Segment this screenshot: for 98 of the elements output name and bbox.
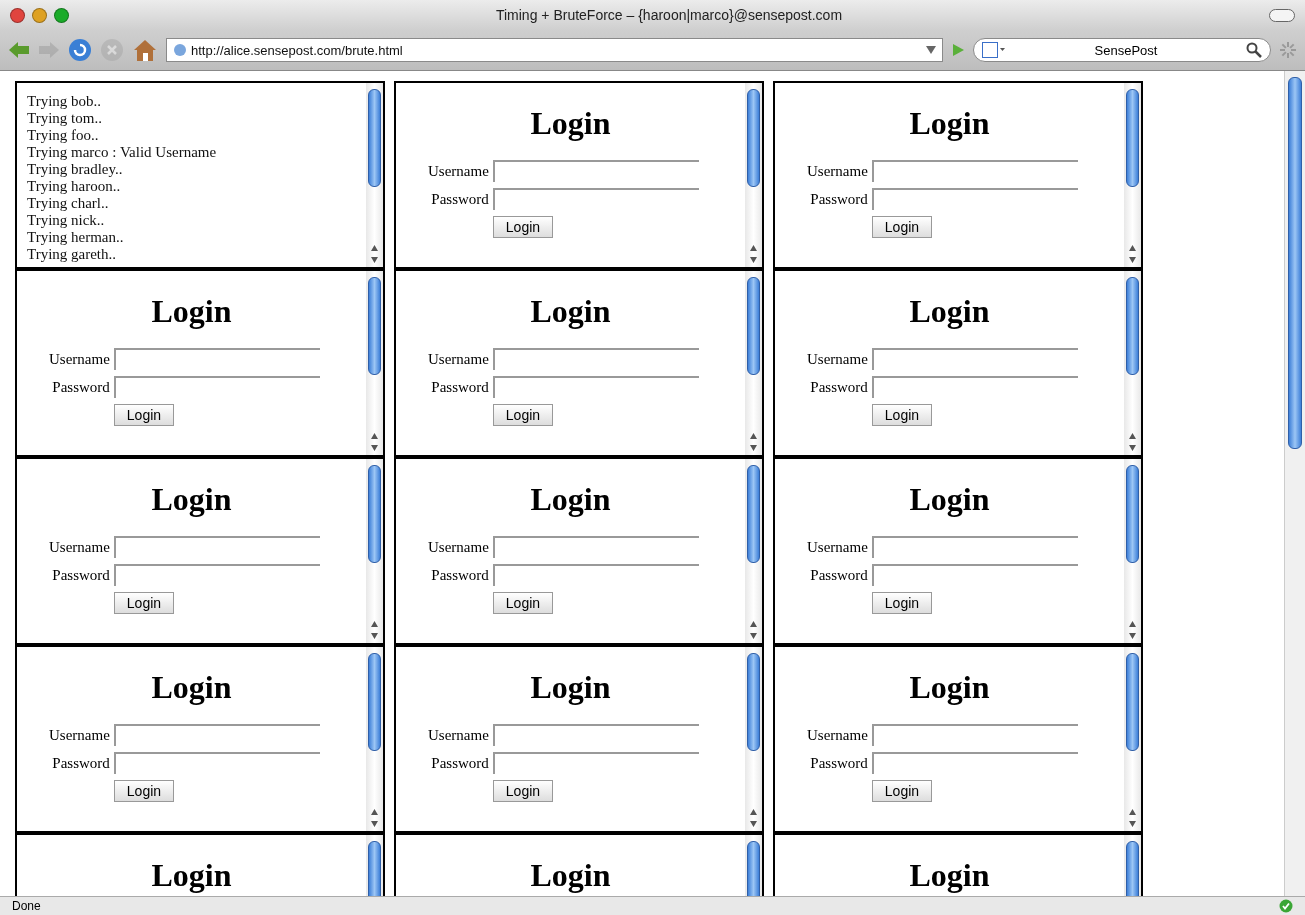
zoom-icon[interactable] (54, 7, 69, 23)
log-line: Trying marco : Valid Username (27, 144, 218, 161)
login-heading: Login (529, 293, 612, 330)
scroll-arrows-icon[interactable] (1128, 807, 1137, 829)
scrollbar[interactable] (1124, 271, 1141, 455)
home-button[interactable] (132, 38, 158, 62)
login-button[interactable]: Login (113, 592, 175, 614)
globe-icon (173, 43, 187, 57)
login-button[interactable]: Login (492, 592, 554, 614)
login-heading: Login (150, 857, 233, 894)
username-label: Username (807, 538, 868, 556)
log-line: Trying nick.. (27, 212, 106, 229)
login-heading: Login (908, 481, 991, 518)
log-line: Trying tom.. (27, 110, 103, 127)
scrollbar[interactable] (366, 459, 383, 643)
login-button[interactable]: Login (492, 404, 554, 426)
log-line: Trying haroon.. (27, 178, 122, 195)
login-button[interactable]: Login (871, 216, 933, 238)
scroll-arrows-icon[interactable] (749, 431, 758, 453)
scrollbar[interactable] (745, 459, 762, 643)
username-label: Username (428, 726, 489, 744)
dropdown-icon[interactable] (926, 46, 936, 54)
login-button[interactable]: Login (871, 780, 933, 802)
toolbar-toggle-icon[interactable] (1269, 8, 1295, 22)
login-heading: Login (529, 105, 612, 142)
login-button[interactable]: Login (492, 216, 554, 238)
password-label: Password (809, 190, 868, 208)
log-line: Trying foo.. (27, 127, 100, 144)
log-line: Trying charl.. (27, 195, 110, 212)
username-label: Username (428, 350, 489, 368)
minimize-icon[interactable] (32, 7, 47, 23)
login-heading: Login (529, 669, 612, 706)
login-button[interactable]: Login (871, 404, 933, 426)
scroll-arrows-icon[interactable] (370, 431, 379, 453)
password-label: Password (430, 566, 489, 584)
password-label: Password (430, 190, 489, 208)
scroll-arrows-icon[interactable] (1128, 619, 1137, 641)
password-label: Password (809, 754, 868, 772)
status-text: Done (12, 899, 42, 913)
scrollbar[interactable] (745, 271, 762, 455)
log-line: Trying gareth.. (27, 246, 118, 263)
log-line: Trying bradley.. (27, 161, 124, 178)
scroll-arrows-icon[interactable] (749, 243, 758, 265)
scroll-arrows-icon[interactable] (370, 243, 379, 265)
scroll-arrows-icon[interactable] (370, 619, 379, 641)
scroll-arrows-icon[interactable] (1128, 243, 1137, 265)
password-label: Password (51, 378, 110, 396)
scroll-arrows-icon[interactable] (1128, 431, 1137, 453)
scrollbar[interactable] (745, 647, 762, 831)
password-label: Password (51, 566, 110, 584)
search-field[interactable]: SensePost (973, 38, 1271, 62)
reload-button[interactable] (68, 38, 92, 62)
login-heading: Login (908, 105, 991, 142)
password-label: Password (430, 378, 489, 396)
scrollbar[interactable] (366, 647, 383, 831)
password-label: Password (51, 754, 110, 772)
username-label: Username (807, 350, 868, 368)
password-label: Password (430, 754, 489, 772)
login-heading: Login (150, 481, 233, 518)
scrollbar[interactable] (366, 83, 383, 267)
scrollbar[interactable] (366, 271, 383, 455)
scroll-arrows-icon[interactable] (749, 619, 758, 641)
login-heading: Login (529, 481, 612, 518)
check-icon (1279, 899, 1293, 913)
username-label: Username (428, 162, 489, 180)
password-label: Password (809, 378, 868, 396)
login-heading: Login (150, 669, 233, 706)
address-field[interactable]: http://alice.sensepost.com/brute.html (166, 38, 943, 62)
username-label: Username (428, 538, 489, 556)
scrollbar[interactable] (745, 83, 762, 267)
login-heading: Login (529, 857, 612, 894)
scroll-arrows-icon[interactable] (749, 807, 758, 829)
scroll-arrows-icon[interactable] (370, 807, 379, 829)
scrollbar[interactable] (1124, 647, 1141, 831)
username-label: Username (49, 538, 110, 556)
window-title: Timing + BruteForce – {haroon|marco}@sensepost.com (494, 7, 844, 23)
close-icon[interactable] (10, 7, 25, 23)
login-heading: Login (150, 293, 233, 330)
username-label: Username (49, 726, 110, 744)
username-label: Username (49, 350, 110, 368)
username-label: Username (807, 162, 868, 180)
page-scrollbar[interactable] (1284, 71, 1305, 896)
password-label: Password (809, 566, 868, 584)
log-line: Trying herman.. (27, 229, 125, 246)
scrollbar[interactable] (1124, 459, 1141, 643)
search-engine-icon[interactable] (982, 42, 1006, 58)
login-heading: Login (908, 857, 991, 894)
login-button[interactable]: Login (113, 780, 175, 802)
spinner-icon (1279, 41, 1297, 59)
login-button[interactable]: Login (113, 404, 175, 426)
login-button[interactable]: Login (492, 780, 554, 802)
username-label: Username (807, 726, 868, 744)
login-heading: Login (908, 293, 991, 330)
login-heading: Login (908, 669, 991, 706)
search-icon[interactable] (1246, 42, 1262, 58)
login-button[interactable]: Login (871, 592, 933, 614)
scrollbar[interactable] (1124, 83, 1141, 267)
log-line: Trying bob.. (27, 93, 103, 110)
